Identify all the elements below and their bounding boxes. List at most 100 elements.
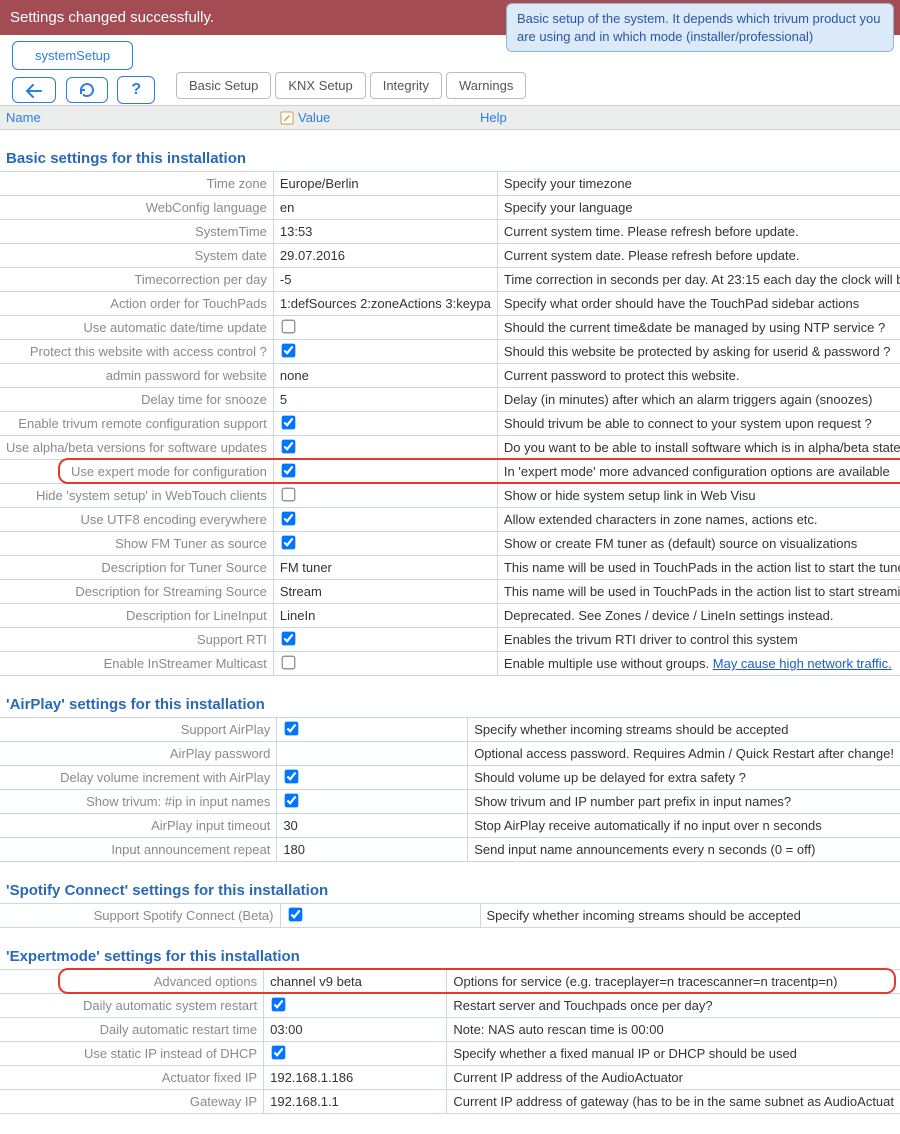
setting-value[interactable]: 30 — [277, 814, 468, 838]
setting-value[interactable] — [277, 718, 468, 742]
setting-value[interactable] — [264, 1042, 447, 1066]
checkbox[interactable] — [285, 793, 299, 807]
table-row: Description for Streaming SourceStreamTh… — [0, 580, 900, 604]
setting-value[interactable] — [273, 652, 497, 676]
col-value[interactable]: Value — [280, 110, 480, 125]
status-banner-text: Settings changed successfully. — [10, 5, 214, 26]
setting-label: Use alpha/beta versions for software upd… — [0, 436, 273, 460]
back-button[interactable] — [12, 77, 56, 103]
help-link[interactable]: May cause high network traffic. — [713, 656, 892, 671]
setting-label: Use expert mode for configuration — [0, 460, 273, 484]
system-setup-button[interactable]: systemSetup — [12, 41, 133, 70]
setting-value[interactable] — [280, 904, 480, 928]
setting-value[interactable]: channel v9 beta — [264, 970, 447, 994]
setting-value[interactable]: FM tuner — [273, 556, 497, 580]
setting-value[interactable]: LineIn — [273, 604, 497, 628]
setting-label: Show FM Tuner as source — [0, 532, 273, 556]
table-row: Delay volume increment with AirPlayShoul… — [0, 766, 900, 790]
setting-label: Daily automatic restart time — [0, 1018, 264, 1042]
checkbox[interactable] — [272, 1045, 286, 1059]
setting-value[interactable]: -5 — [273, 268, 497, 292]
setting-value[interactable]: 192.168.1.186 — [264, 1066, 447, 1090]
table-row: SystemTime13:53Current system time. Plea… — [0, 220, 900, 244]
checkbox[interactable] — [288, 907, 302, 921]
checkbox[interactable] — [282, 415, 296, 429]
setting-help: Send input name announcements every n se… — [468, 838, 900, 862]
setting-value[interactable] — [273, 436, 497, 460]
setting-label: Action order for TouchPads — [0, 292, 273, 316]
setting-value[interactable]: Europe/Berlin — [273, 172, 497, 196]
setting-help: Current system date. Please refresh befo… — [497, 244, 900, 268]
table-row: Use alpha/beta versions for software upd… — [0, 436, 900, 460]
section-title: 'AirPlay' settings for this installation — [0, 676, 900, 717]
setting-value[interactable] — [273, 340, 497, 364]
setting-help: Current IP address of the AudioActuator — [447, 1066, 900, 1090]
setting-label: admin password for website — [0, 364, 273, 388]
table-row: Enable trivum remote configuration suppo… — [0, 412, 900, 436]
section-title: 'Spotify Connect' settings for this inst… — [0, 862, 900, 903]
checkbox[interactable] — [282, 439, 296, 453]
setting-value[interactable]: 180 — [277, 838, 468, 862]
checkbox[interactable] — [282, 319, 296, 333]
setting-value[interactable] — [277, 742, 468, 766]
checkbox[interactable] — [282, 511, 296, 525]
setting-value[interactable]: 192.168.1.1 — [264, 1090, 447, 1114]
checkbox[interactable] — [272, 997, 286, 1011]
setting-value[interactable]: 5 — [273, 388, 497, 412]
setting-label: Daily automatic system restart — [0, 994, 264, 1018]
settings-table: Support AirPlaySpecify whether incoming … — [0, 717, 900, 862]
setting-help: Stop AirPlay receive automatically if no… — [468, 814, 900, 838]
setting-value[interactable] — [273, 484, 497, 508]
setting-value[interactable]: Stream — [273, 580, 497, 604]
setting-help: Delay (in minutes) after which an alarm … — [497, 388, 900, 412]
checkbox[interactable] — [282, 631, 296, 645]
table-row: WebConfig languageenSpecify your languag… — [0, 196, 900, 220]
setting-value[interactable]: 29.07.2016 — [273, 244, 497, 268]
checkbox[interactable] — [282, 463, 296, 477]
help-bubble: Basic setup of the system. It depends wh… — [506, 3, 894, 52]
setting-value[interactable] — [273, 460, 497, 484]
setting-label: Use static IP instead of DHCP — [0, 1042, 264, 1066]
setting-value[interactable]: en — [273, 196, 497, 220]
tab-knx-setup[interactable]: KNX Setup — [275, 72, 365, 99]
setting-value[interactable] — [264, 994, 447, 1018]
setting-help: Show or hide system setup link in Web Vi… — [497, 484, 900, 508]
checkbox[interactable] — [285, 721, 299, 735]
checkbox[interactable] — [285, 769, 299, 783]
tab-basic-setup[interactable]: Basic Setup — [176, 72, 271, 99]
table-row: Daily automatic restart time03:00Note: N… — [0, 1018, 900, 1042]
setting-value[interactable] — [273, 316, 497, 340]
setting-value[interactable]: 03:00 — [264, 1018, 447, 1042]
table-row: Show FM Tuner as source Show or create FM… — [0, 532, 900, 556]
col-name[interactable]: Name — [0, 110, 280, 125]
setting-label: Support AirPlay — [0, 718, 277, 742]
checkbox[interactable] — [282, 655, 296, 669]
setting-value[interactable]: none — [273, 364, 497, 388]
setting-value[interactable]: 1:defSources 2:zoneActions 3:keypa — [273, 292, 497, 316]
setting-label: AirPlay input timeout — [0, 814, 277, 838]
setting-label: Show trivum: #ip in input names — [0, 790, 277, 814]
col-help[interactable]: Help — [480, 110, 900, 125]
tab-warnings[interactable]: Warnings — [446, 72, 526, 99]
checkbox[interactable] — [282, 343, 296, 357]
setting-label: Advanced options — [0, 970, 264, 994]
setting-label: Enable trivum remote configuration suppo… — [0, 412, 273, 436]
help-button[interactable]: ? — [117, 76, 155, 104]
table-row: Support RTIEnables the trivum RTI driver… — [0, 628, 900, 652]
setting-help: Show or create FM tuner as (default) sou… — [497, 532, 900, 556]
checkbox[interactable] — [282, 487, 296, 501]
setting-value[interactable] — [273, 628, 497, 652]
tab-integrity[interactable]: Integrity — [370, 72, 442, 99]
setting-value[interactable] — [273, 532, 497, 556]
setting-value[interactable]: 13:53 — [273, 220, 497, 244]
setting-label: Hide 'system setup' in WebTouch clients — [0, 484, 273, 508]
setting-value[interactable] — [273, 412, 497, 436]
checkbox[interactable] — [282, 535, 296, 549]
setting-value[interactable] — [277, 766, 468, 790]
settings-table: Advanced optionschannel v9 betaOptions f… — [0, 969, 900, 1114]
setting-value[interactable] — [277, 790, 468, 814]
refresh-button[interactable] — [66, 77, 108, 104]
setting-help: Should the current time&date be managed … — [497, 316, 900, 340]
setting-label: WebConfig language — [0, 196, 273, 220]
setting-value[interactable] — [273, 508, 497, 532]
